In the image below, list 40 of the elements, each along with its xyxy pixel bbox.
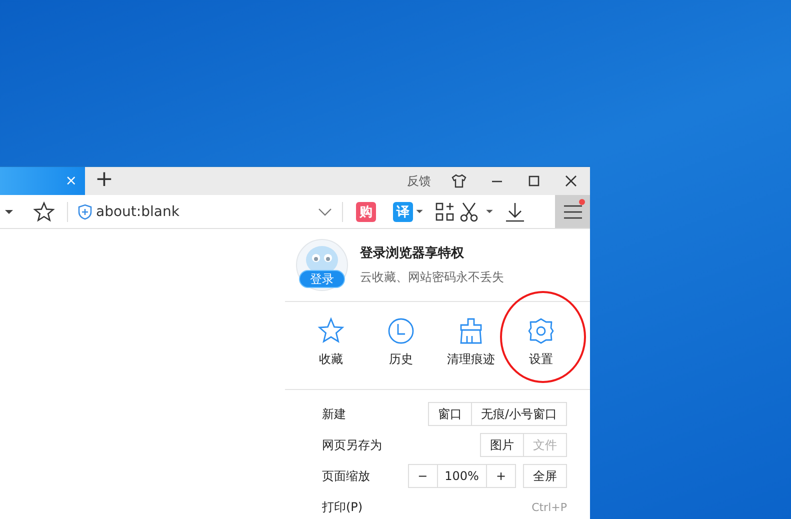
menu-button[interactable] — [555, 195, 590, 228]
download-icon[interactable] — [505, 202, 525, 222]
shirt-icon[interactable] — [451, 173, 467, 189]
menu-item-label[interactable]: 打印(P) — [322, 498, 363, 516]
menu-item-label: 网页另存为 — [322, 436, 382, 454]
bookmark-star-icon[interactable] — [33, 200, 55, 222]
shortcut-hint: Ctrl+P — [532, 500, 567, 514]
maximize-icon[interactable] — [527, 174, 541, 188]
new-tab-button[interactable]: + — [95, 167, 113, 195]
menu-option-button[interactable]: 全屏 — [524, 465, 566, 487]
broom-icon — [460, 318, 482, 344]
scissors-icon[interactable] — [459, 202, 479, 222]
caret-icon[interactable] — [486, 209, 493, 214]
login-title[interactable]: 登录浏览器享特权 — [360, 244, 504, 262]
zoom-level: 100% — [436, 465, 486, 487]
menu-icon — [562, 204, 582, 220]
close-icon[interactable] — [564, 174, 578, 188]
feedback-link[interactable]: 反馈 — [407, 172, 431, 190]
zoom-in-button[interactable]: + — [486, 465, 515, 487]
url-text: about:blank — [96, 204, 180, 220]
menu-option-button[interactable]: 窗口 — [428, 403, 471, 425]
menu-option-button[interactable]: 无痕/小号窗口 — [470, 403, 566, 425]
menu-item-label: 新建 — [322, 406, 346, 422]
settings-icon — [528, 318, 554, 344]
apps-grid-icon[interactable] — [435, 202, 455, 222]
shield-icon — [78, 204, 92, 220]
login-subtitle: 云收藏、网站密码永不丢失 — [360, 269, 504, 286]
clear-traces-button[interactable]: 清理痕迹 — [447, 302, 495, 389]
star-icon — [318, 317, 344, 343]
menu-item-label: 页面缩放 — [322, 468, 370, 484]
address-field[interactable]: about:blank — [74, 198, 336, 224]
caret-icon[interactable] — [416, 209, 423, 214]
settings-button[interactable]: 设置 — [527, 302, 555, 389]
clock-icon — [388, 318, 414, 344]
chevron-down-icon[interactable] — [318, 208, 332, 216]
history-button[interactable]: 历史 — [387, 302, 415, 389]
menu-option-button[interactable]: 图片 — [481, 434, 523, 456]
zoom-out-button[interactable]: − — [408, 465, 437, 487]
caret-icon[interactable] — [5, 208, 13, 214]
favorites-button[interactable]: 收藏 — [317, 302, 345, 389]
